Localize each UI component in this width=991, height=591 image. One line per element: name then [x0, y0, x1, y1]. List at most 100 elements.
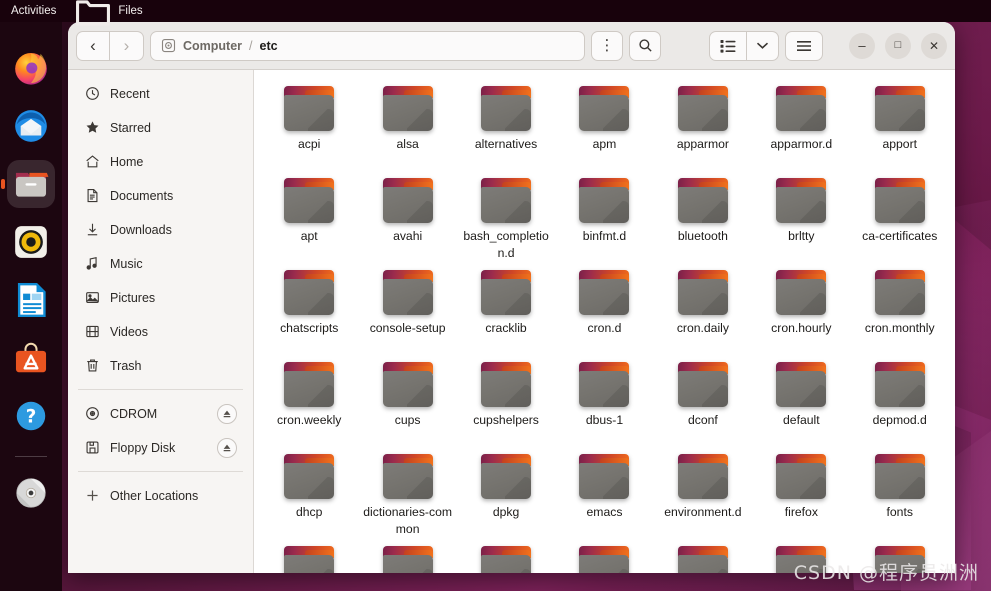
folder-icon	[776, 362, 827, 407]
file-item[interactable]: cron.hourly	[752, 266, 850, 358]
file-item[interactable]: console-setup	[358, 266, 456, 358]
folder-icon	[579, 86, 630, 131]
minimize-icon: –	[858, 38, 866, 53]
file-item[interactable]: firefox	[752, 450, 850, 542]
breadcrumb-item-etc[interactable]: etc	[260, 39, 278, 53]
file-grid-row: cron.weekly cups cupshelpers dbus-1 dcon…	[260, 358, 949, 450]
file-item[interactable]: binfmt.d	[555, 174, 653, 266]
main-menu-button[interactable]	[785, 30, 823, 61]
file-item[interactable]	[555, 542, 653, 573]
maximize-button[interactable]: □	[885, 32, 911, 59]
file-item[interactable]: chatscripts	[260, 266, 358, 358]
sidebar-item-pictures[interactable]: Pictures	[76, 281, 245, 314]
sidebar-item-videos[interactable]: Videos	[76, 315, 245, 348]
dock-item-thunderbird[interactable]	[7, 102, 55, 150]
path-options-button[interactable]: ⋮	[591, 30, 623, 61]
eject-button-cdrom[interactable]	[217, 403, 237, 424]
view-options-dropdown[interactable]	[747, 30, 779, 61]
file-item[interactable]	[457, 542, 555, 573]
floppy-icon	[84, 440, 100, 456]
file-name: cron.daily	[676, 321, 729, 335]
file-item[interactable]: fonts	[851, 450, 949, 542]
file-item[interactable]: alternatives	[457, 82, 555, 174]
file-item[interactable]: ca-certificates	[851, 174, 949, 266]
file-item[interactable]: alsa	[358, 82, 456, 174]
sidebar-item-label: Trash	[110, 358, 142, 373]
breadcrumb-separator: /	[249, 38, 253, 53]
files-window: ‹ › Computer / etc ⋮ – □ ✕ Recent Starre…	[68, 22, 955, 573]
sidebar-item-other-locations[interactable]: Other Locations	[76, 479, 245, 512]
file-item[interactable]: default	[752, 358, 850, 450]
file-item[interactable]: apparmor	[654, 82, 752, 174]
back-button[interactable]: ‹	[76, 30, 110, 61]
dock-item-help[interactable]: ?	[7, 392, 55, 440]
file-item[interactable]: bash_completion.d	[457, 174, 555, 266]
file-name: fonts	[886, 505, 913, 519]
file-item[interactable]: apparmor.d	[752, 82, 850, 174]
navigation-buttons: ‹ ›	[76, 30, 144, 61]
sidebar-item-downloads[interactable]: Downloads	[76, 213, 245, 246]
file-item[interactable]: cups	[358, 358, 456, 450]
forward-button[interactable]: ›	[110, 30, 144, 61]
file-item[interactable]	[851, 542, 949, 573]
dock-item-libreoffice-writer[interactable]	[7, 276, 55, 324]
sidebar-item-documents[interactable]: Documents	[76, 179, 245, 212]
file-item[interactable]: acpi	[260, 82, 358, 174]
file-name: depmod.d	[872, 413, 927, 427]
file-item[interactable]: cron.monthly	[851, 266, 949, 358]
file-item[interactable]: bluetooth	[654, 174, 752, 266]
file-item[interactable]	[752, 542, 850, 573]
file-item[interactable]: apt	[260, 174, 358, 266]
dock-item-firefox[interactable]	[7, 44, 55, 92]
file-grid-row: apt avahi bash_completion.d binfmt.d blu…	[260, 174, 949, 266]
vertical-dots-icon: ⋮	[599, 37, 615, 54]
folder-icon	[74, 0, 112, 30]
file-item[interactable]: dictionaries-common	[358, 450, 456, 542]
file-item[interactable]: cron.d	[555, 266, 653, 358]
close-button[interactable]: ✕	[921, 32, 947, 59]
app-menu-files[interactable]: Files	[65, 0, 151, 26]
file-grid[interactable]: acpi alsa alternatives apm apparmor appa…	[254, 70, 955, 573]
dock-item-ubuntu-software[interactable]	[7, 334, 55, 382]
file-item[interactable]: apm	[555, 82, 653, 174]
file-item[interactable]: cracklib	[457, 266, 555, 358]
breadcrumb[interactable]: Computer / etc	[150, 30, 585, 61]
file-item[interactable]: depmod.d	[851, 358, 949, 450]
file-item[interactable]: environment.d	[654, 450, 752, 542]
file-item[interactable]: apport	[851, 82, 949, 174]
file-item[interactable]	[654, 542, 752, 573]
eject-button-floppy-disk[interactable]	[217, 437, 237, 458]
folder-icon	[284, 178, 335, 223]
sidebar-item-home[interactable]: Home	[76, 145, 245, 178]
sidebar-item-recent[interactable]: Recent	[76, 77, 245, 110]
dock-item-cdrom-disc[interactable]	[7, 469, 55, 517]
list-view-icon	[720, 39, 736, 53]
file-item[interactable]: cron.daily	[654, 266, 752, 358]
dock-item-rhythmbox[interactable]	[7, 218, 55, 266]
file-item[interactable]: dconf	[654, 358, 752, 450]
sidebar-item-cdrom[interactable]: CDROM	[76, 397, 245, 430]
file-item[interactable]: brltty	[752, 174, 850, 266]
file-item[interactable]	[358, 542, 456, 573]
file-item[interactable]: emacs	[555, 450, 653, 542]
sidebar-item-floppy-disk[interactable]: Floppy Disk	[76, 431, 245, 464]
file-item[interactable]: dbus-1	[555, 358, 653, 450]
file-item[interactable]	[260, 542, 358, 573]
file-item[interactable]: cupshelpers	[457, 358, 555, 450]
activities-button[interactable]: Activities	[0, 0, 65, 22]
sidebar-item-trash[interactable]: Trash	[76, 349, 245, 382]
list-view-button[interactable]	[709, 30, 747, 61]
sidebar-item-music[interactable]: Music	[76, 247, 245, 280]
sidebar-item-label: Videos	[110, 324, 148, 339]
file-item[interactable]: dpkg	[457, 450, 555, 542]
file-item[interactable]: cron.weekly	[260, 358, 358, 450]
minimize-button[interactable]: –	[849, 32, 875, 59]
search-button[interactable]	[629, 30, 661, 61]
file-item[interactable]: avahi	[358, 174, 456, 266]
dock-item-files[interactable]	[7, 160, 55, 208]
file-name: ca-certificates	[862, 229, 938, 243]
folder-icon	[382, 270, 433, 315]
file-item[interactable]: dhcp	[260, 450, 358, 542]
breadcrumb-item-computer[interactable]: Computer	[183, 39, 242, 53]
sidebar-item-starred[interactable]: Starred	[76, 111, 245, 144]
